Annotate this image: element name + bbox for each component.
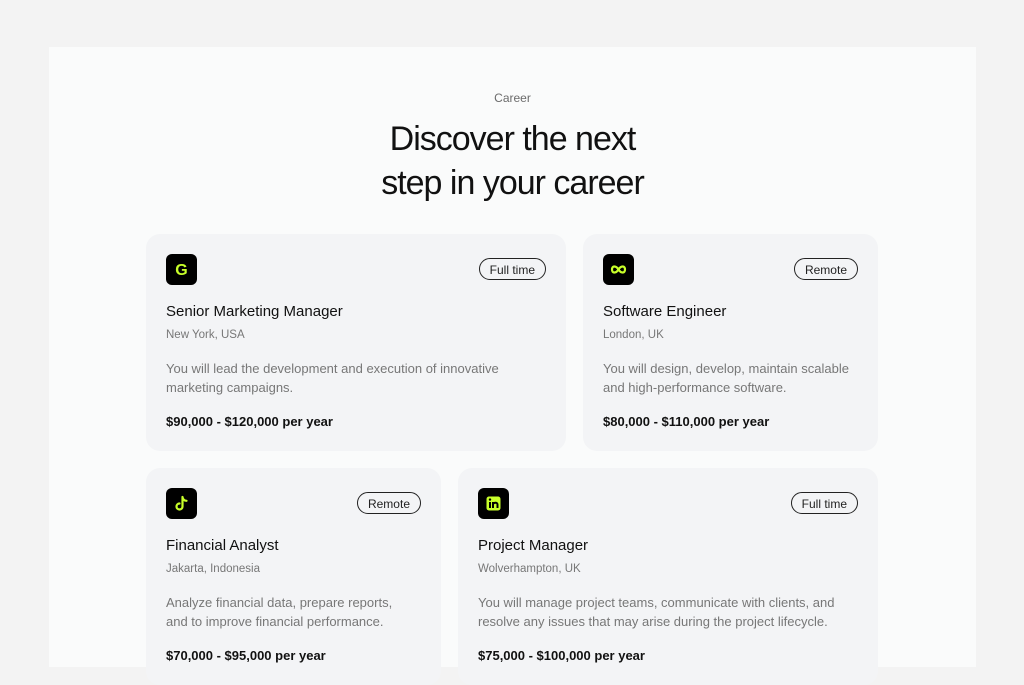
- job-description: You will manage project teams, communica…: [478, 595, 835, 629]
- job-location: Jakarta, Indonesia: [166, 563, 260, 575]
- job-salary: $75,000 - $100,000 per year: [478, 648, 645, 663]
- job-type-badge: Full time: [790, 492, 858, 514]
- page-title-line-2: step in your career: [381, 164, 645, 202]
- job-type-badge: Remote: [793, 258, 858, 280]
- job-description: You will lead the development and execut…: [166, 361, 499, 395]
- linkedin-logo-icon: [478, 488, 509, 519]
- job-description: Analyze financial data, prepare reports,…: [166, 595, 393, 629]
- job-card-senior-marketing-manager[interactable]: G Full time Senior Marketing Manager New…: [146, 234, 566, 451]
- job-card-software-engineer[interactable]: Remote Software Engineer London, UK You …: [583, 234, 878, 451]
- job-location: New York, USA: [166, 329, 245, 341]
- job-title[interactable]: Financial Analyst: [166, 537, 279, 554]
- job-title[interactable]: Project Manager: [478, 537, 588, 554]
- job-salary: $70,000 - $95,000 per year: [166, 648, 326, 663]
- job-salary: $90,000 - $120,000 per year: [166, 414, 333, 429]
- job-type-badge: Remote: [356, 492, 421, 514]
- job-location: London, UK: [603, 329, 664, 341]
- job-title[interactable]: Senior Marketing Manager: [166, 303, 343, 320]
- careers-section: Career Discover the next step in your ca…: [49, 47, 976, 685]
- page-title-line-1: Discover the next: [389, 120, 637, 158]
- page-title: Discover the next step in your career: [49, 117, 976, 205]
- infinity-logo-icon: [603, 254, 634, 285]
- job-title[interactable]: Software Engineer: [603, 303, 726, 320]
- g-logo-icon: G: [166, 254, 197, 285]
- job-type-badge: Full time: [478, 258, 546, 280]
- job-location: Wolverhampton, UK: [478, 563, 581, 575]
- job-card-project-manager[interactable]: Full time Project Manager Wolverhampton,…: [458, 468, 878, 685]
- tiktok-logo-icon: [166, 488, 197, 519]
- section-eyebrow: Career: [494, 91, 531, 105]
- job-description: You will design, develop, maintain scala…: [603, 361, 849, 395]
- svg-text:G: G: [175, 262, 187, 279]
- job-card-financial-analyst[interactable]: Remote Financial Analyst Jakarta, Indone…: [146, 468, 441, 685]
- job-salary: $80,000 - $110,000 per year: [603, 414, 770, 429]
